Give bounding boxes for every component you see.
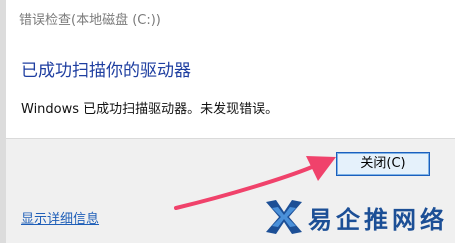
footer-divider — [6, 138, 455, 139]
watermark: 易企推网络 — [262, 196, 452, 238]
result-heading: 已成功扫描你的驱动器 — [21, 61, 191, 81]
show-details-link[interactable]: 显示详细信息 — [21, 208, 99, 227]
watermark-logo-icon — [266, 200, 302, 234]
screenshot-canvas: 错误检查(本地磁盘 (C:)) 已成功扫描你的驱动器 Windows 已成功扫描… — [0, 0, 455, 243]
window-title: 错误检查(本地磁盘 (C:)) — [19, 13, 161, 28]
watermark-text: 易企推网络 — [308, 205, 448, 234]
dialog-titlebar: 错误检查(本地磁盘 (C:)) — [6, 0, 455, 38]
dialog-content: 已成功扫描你的驱动器 Windows 已成功扫描驱动器。未发现错误。 — [6, 38, 455, 138]
close-button[interactable]: 关闭(C) — [336, 152, 430, 176]
result-message: Windows 已成功扫描驱动器。未发现错误。 — [21, 102, 279, 117]
